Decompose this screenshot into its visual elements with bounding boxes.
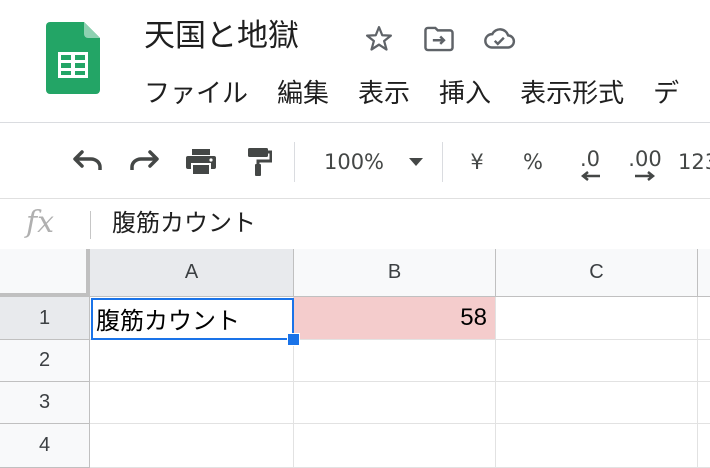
row-header-2[interactable]: 2: [0, 340, 90, 382]
cell-c2[interactable]: [496, 340, 698, 382]
paint-format-icon[interactable]: [238, 134, 278, 190]
spreadsheet-grid: A B C 1 2 3 4 腹筋カウント 58: [0, 249, 710, 468]
menu-insert[interactable]: 挿入: [439, 74, 491, 114]
decrease-decimal-button[interactable]: .0: [566, 134, 614, 190]
row-header-4[interactable]: 4: [0, 424, 90, 468]
toolbar-separator: [294, 142, 295, 182]
row-header-3[interactable]: 3: [0, 382, 90, 424]
cell-a3[interactable]: [90, 382, 294, 424]
menu-file[interactable]: ファイル: [144, 74, 248, 114]
cell-b3[interactable]: [294, 382, 496, 424]
cloud-saved-icon[interactable]: [482, 22, 516, 56]
formula-input[interactable]: 腹筋カウント: [112, 207, 256, 239]
chevron-down-icon[interactable]: [402, 134, 430, 190]
column-header-d[interactable]: [698, 249, 710, 297]
arrow-right-icon: [635, 171, 656, 181]
zoom-select[interactable]: 100%: [318, 134, 390, 190]
arrow-left-icon: [580, 171, 600, 181]
cell-b2[interactable]: [294, 340, 496, 382]
cell-c3[interactable]: [496, 382, 698, 424]
column-header-b[interactable]: B: [294, 249, 496, 297]
menu-bar: ファイル 編集 表示 挿入 表示形式 デ: [144, 74, 708, 114]
formula-bar-separator: [90, 211, 91, 239]
fill-handle[interactable]: [287, 333, 300, 346]
fx-icon: fx: [26, 205, 55, 240]
menu-format[interactable]: 表示形式: [520, 74, 624, 114]
menu-edit[interactable]: 編集: [277, 74, 329, 114]
cell-b1[interactable]: 58: [294, 297, 496, 340]
undo-icon[interactable]: [68, 134, 108, 190]
column-header-a[interactable]: A: [90, 249, 294, 297]
more-formats-button[interactable]: 123: [678, 134, 710, 190]
column-header-c[interactable]: C: [496, 249, 698, 297]
cell-c4[interactable]: [496, 424, 698, 468]
increase-decimal-button[interactable]: .00: [620, 134, 670, 190]
cell-c1[interactable]: [496, 297, 698, 340]
star-icon[interactable]: [362, 22, 396, 56]
print-icon[interactable]: [180, 134, 222, 190]
cell-d1[interactable]: [698, 297, 710, 340]
toolbar: 100% ¥ % .0 .00 123: [0, 134, 710, 190]
cell-a4[interactable]: [90, 424, 294, 468]
cell-b4[interactable]: [294, 424, 496, 468]
cell-d3[interactable]: [698, 382, 710, 424]
row-header-1[interactable]: 1: [0, 297, 90, 340]
toolbar-divider: [0, 122, 710, 123]
toolbar-separator: [442, 142, 443, 182]
increase-decimal-label: .00: [628, 147, 662, 171]
sheets-logo-icon[interactable]: [46, 22, 100, 94]
cell-d4[interactable]: [698, 424, 710, 468]
percent-format-button[interactable]: %: [518, 134, 548, 190]
select-all-corner[interactable]: [0, 249, 90, 297]
folder-move-icon[interactable]: [422, 22, 456, 56]
cell-d2[interactable]: [698, 340, 710, 382]
decrease-decimal-label: .0: [579, 147, 601, 171]
currency-format-button[interactable]: ¥: [462, 134, 492, 190]
cell-a1[interactable]: 腹筋カウント: [90, 297, 294, 340]
document-title[interactable]: 天国と地獄: [144, 14, 299, 58]
menu-view[interactable]: 表示: [358, 74, 410, 114]
cell-a2[interactable]: [90, 340, 294, 382]
redo-icon[interactable]: [124, 134, 164, 190]
menu-data[interactable]: デ: [653, 74, 679, 114]
formula-bar: fx 腹筋カウント: [0, 198, 710, 250]
